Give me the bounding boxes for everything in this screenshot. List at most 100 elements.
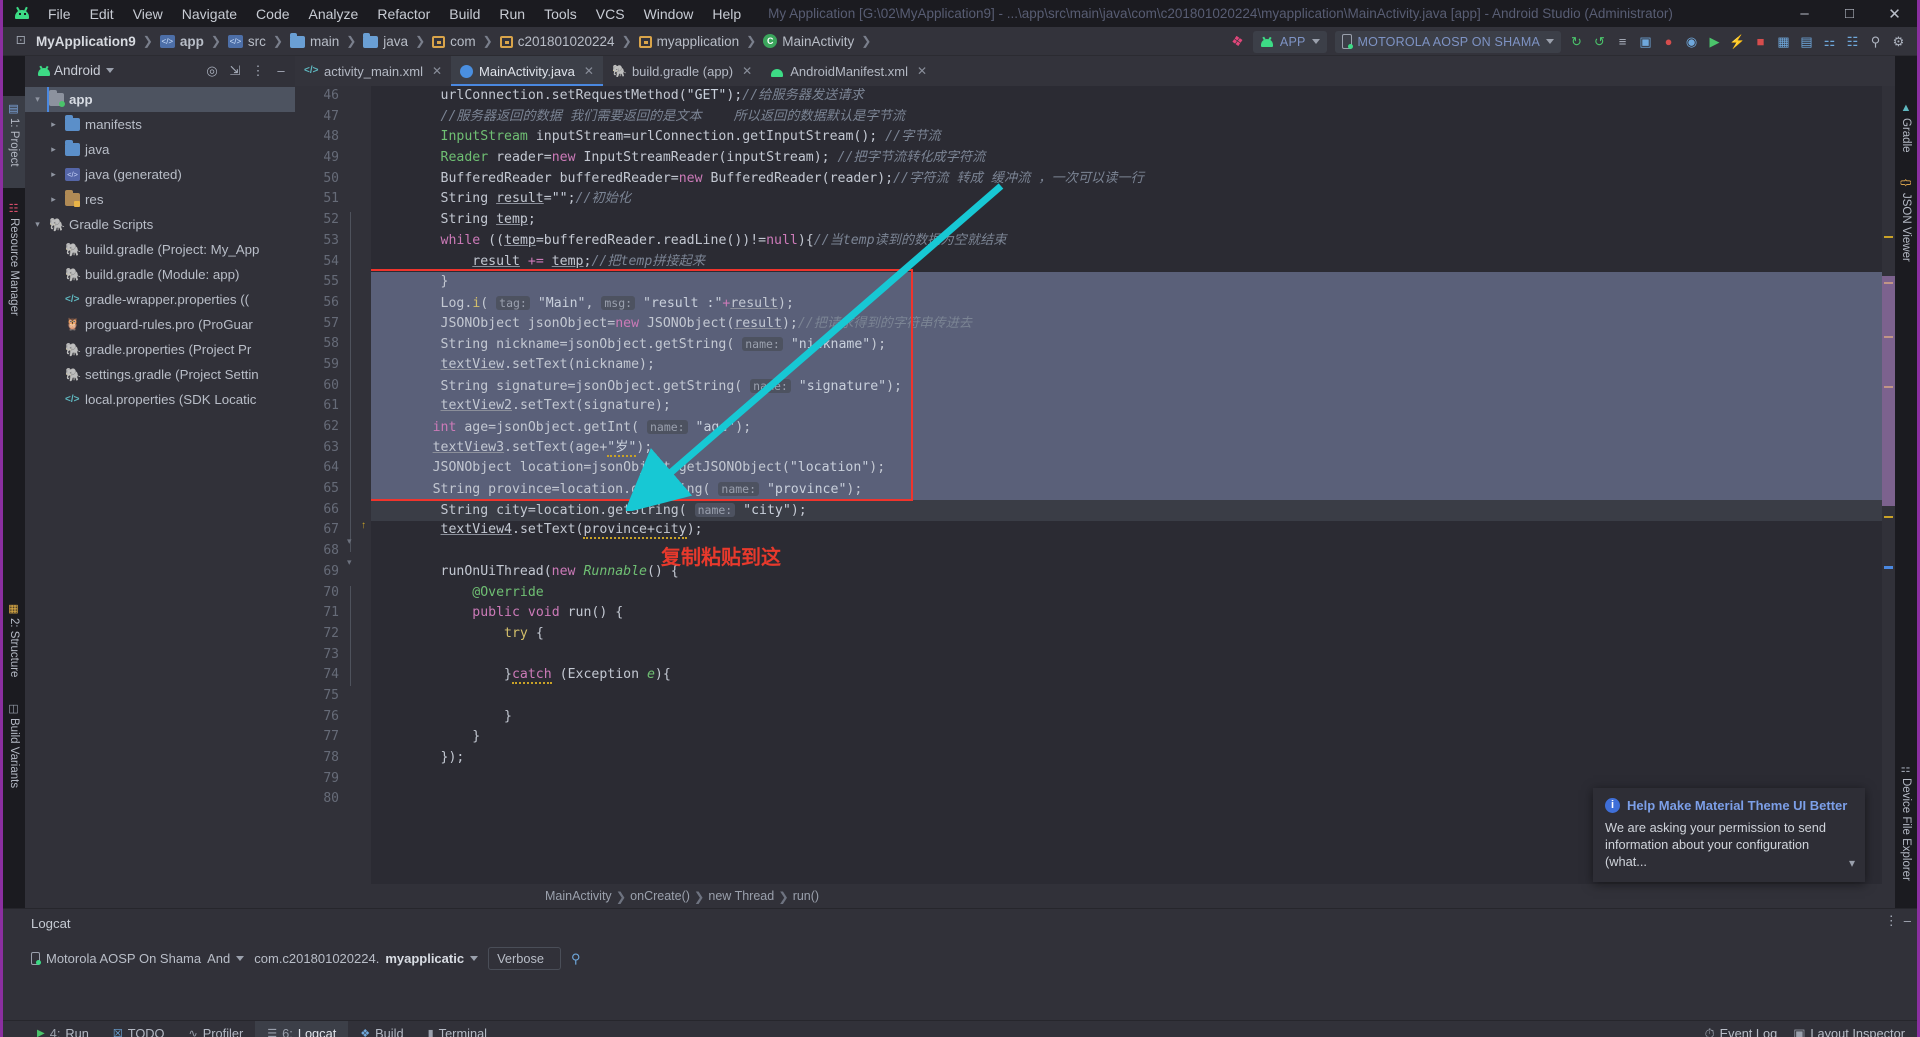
code-line[interactable]: Reader reader=new InputStreamReader(inpu… (377, 148, 1882, 169)
code-line[interactable]: while ((temp=bufferedReader.readLine())!… (377, 231, 1882, 252)
breakpoint-gutter[interactable] (295, 86, 307, 884)
code-line[interactable]: String nickname=jsonObject.getString( na… (377, 334, 1882, 355)
breadcrumb-item-main[interactable]: main (287, 32, 342, 51)
chevron-right-icon[interactable]: ▸ (47, 144, 60, 155)
device-manager-icon[interactable]: ⚏ (1819, 31, 1840, 52)
code-line[interactable]: urlConnection.setRequestMethod("GET");//… (377, 86, 1882, 107)
tree-item-local-properties[interactable]: local.properties (SDK Locatic (25, 387, 295, 412)
logcat-icon[interactable]: ☷ (1842, 31, 1863, 52)
bottom-tab-run[interactable]: ▶ 4: Run (25, 1021, 101, 1037)
tree-item-build-gradle-project[interactable]: build.gradle (Project: My_App (25, 237, 295, 262)
code-line[interactable]: int age=jsonObject.getInt( name: "age"); (377, 417, 1882, 438)
code-line[interactable]: result += temp;//把temp拼接起来 (377, 252, 1882, 273)
code-line[interactable]: Log.i( tag: "Main", msg: "result :"+resu… (377, 293, 1882, 314)
chevron-right-icon[interactable]: ▸ (47, 169, 60, 180)
code-line[interactable]: } (377, 707, 1882, 728)
close-icon[interactable]: ✕ (917, 64, 927, 78)
bottom-tab-todo[interactable]: ☒ TODO (101, 1021, 177, 1037)
fold-marker-icon[interactable]: ▾ (347, 557, 352, 568)
debug-icon[interactable]: ◉ (1681, 31, 1702, 52)
editor-breadcrumb-item[interactable]: MainActivity (545, 889, 612, 903)
sdk-manager-icon[interactable]: ▣ (1635, 31, 1656, 52)
regex-search-icon[interactable]: ⚲ (571, 951, 581, 967)
bottom-tab-event-log[interactable]: ⏱ Event Log (1705, 1026, 1778, 1037)
code-line[interactable]: try { (377, 624, 1882, 645)
code-line[interactable]: } (377, 272, 1882, 293)
code-line[interactable]: String city=location.getString( name: "c… (377, 500, 1882, 521)
menu-refactor[interactable]: Refactor (368, 2, 439, 26)
breadcrumb-item-mainactivity[interactable]: MainActivity (760, 32, 857, 51)
device-selector[interactable]: MOTOROLA AOSP ON SHAMA (1334, 30, 1561, 53)
sync-gradle-icon[interactable]: ↻ (1566, 31, 1587, 52)
code-line[interactable]: }catch (Exception e){ (377, 665, 1882, 686)
notification-balloon[interactable]: i Help Make Material Theme UI Better We … (1593, 788, 1865, 882)
breadcrumb-item-src[interactable]: src (225, 32, 269, 51)
code-canvas[interactable]: urlConnection.setRequestMethod("GET");//… (371, 86, 1882, 884)
tree-item-java[interactable]: ▸ java (25, 137, 295, 162)
breadcrumb-item-project[interactable]: ⚀ MyApplication9 (13, 32, 139, 51)
code-line[interactable]: }); (377, 748, 1882, 769)
attach-debugger-icon[interactable]: ⚡ (1727, 31, 1748, 52)
error-stripe-mark[interactable] (1884, 516, 1893, 518)
layout-editor-icon[interactable]: ▦ (1773, 31, 1794, 52)
error-stripe-mark[interactable] (1884, 236, 1893, 238)
bottom-tab-layout-inspector[interactable]: ▣ Layout Inspector (1793, 1026, 1905, 1037)
chevron-down-icon[interactable]: ▾ (1849, 856, 1855, 870)
bottom-tab-build[interactable]: ❖ Build (348, 1021, 415, 1037)
profiler-icon[interactable]: ● (1658, 31, 1679, 52)
code-line[interactable] (377, 769, 1882, 790)
build-hammer-icon[interactable]: ❖ (1225, 29, 1249, 53)
menu-help[interactable]: Help (703, 2, 750, 26)
sidebar-item-project[interactable]: ▤ 1: Project (3, 96, 25, 188)
menu-vcs[interactable]: VCS (587, 2, 634, 26)
tab-mainactivity-java[interactable]: MainActivity.java ✕ (451, 56, 603, 86)
code-line[interactable] (377, 686, 1882, 707)
breadcrumb-item-myapplication[interactable]: myapplication (636, 32, 743, 51)
menu-build[interactable]: Build (440, 2, 489, 26)
run-app-icon[interactable]: ▶ (1704, 31, 1725, 52)
menu-tools[interactable]: Tools (535, 2, 586, 26)
code-line[interactable]: } (377, 727, 1882, 748)
code-line[interactable]: JSONObject location=jsonObject.getJSONOb… (377, 458, 1882, 479)
breadcrumb-item-package-id[interactable]: c201801020224 (497, 32, 618, 51)
code-line[interactable]: String signature=jsonObject.getString( n… (377, 376, 1882, 397)
tree-item-settings-gradle[interactable]: settings.gradle (Project Settin (25, 362, 295, 387)
override-marker-icon[interactable]: ↑ (361, 520, 366, 531)
menu-window[interactable]: Window (635, 2, 703, 26)
code-line[interactable]: JSONObject jsonObject=new JSONObject(res… (377, 314, 1882, 335)
close-icon[interactable]: ✕ (584, 64, 594, 78)
code-line[interactable]: textView2.setText(signature); (377, 396, 1882, 417)
hide-icon[interactable]: – (271, 61, 291, 81)
code-line[interactable]: String province=location.getString( name… (377, 479, 1882, 500)
code-line[interactable]: String result="";//初始化 (377, 189, 1882, 210)
code-line[interactable]: textView4.setText(province+city); (377, 520, 1882, 541)
close-icon[interactable]: ✕ (1872, 0, 1917, 27)
hide-panel-icon[interactable]: – (1904, 913, 1911, 929)
editor-gutter[interactable]: 46 47 48 49 50 51 52 53 54 55 56 57 58 59 60 61 62 63 64 65… (295, 86, 371, 884)
run-configuration-selector[interactable]: APP (1252, 30, 1327, 53)
close-icon[interactable]: ✕ (742, 64, 752, 78)
close-icon[interactable]: ✕ (432, 64, 442, 78)
tree-item-gradle-wrapper-properties[interactable]: gradle-wrapper.properties (( (25, 287, 295, 312)
settings-gear-icon[interactable]: ⚙ (1888, 31, 1909, 52)
tree-item-res[interactable]: ▸ res (25, 187, 295, 212)
menu-code[interactable]: Code (247, 2, 298, 26)
code-line[interactable] (377, 645, 1882, 666)
code-line[interactable]: public void run() { (377, 603, 1882, 624)
chevron-down-icon[interactable] (105, 68, 114, 73)
bottom-tab-terminal[interactable]: ▮ Terminal (416, 1021, 499, 1037)
tree-item-java-generated[interactable]: ▸ java (generated) (25, 162, 295, 187)
collapse-all-icon[interactable]: ⇲ (225, 61, 245, 81)
sidebar-item-resource-manager[interactable]: ☷ Resource Manager (3, 196, 25, 328)
chevron-down-icon[interactable]: ▾ (31, 219, 44, 230)
breadcrumb-item-java[interactable]: java (360, 32, 411, 51)
sidebar-item-json-viewer[interactable]: {} JSON Viewer (1895, 171, 1917, 276)
tree-item-gradle-properties[interactable]: gradle.properties (Project Pr (25, 337, 295, 362)
tab-build-gradle-app[interactable]: build.gradle (app) ✕ (603, 56, 761, 86)
editor-breadcrumb-item[interactable]: onCreate() (630, 889, 690, 903)
error-stripe-mark[interactable] (1884, 566, 1893, 569)
tree-item-manifests[interactable]: ▸ manifests (25, 112, 295, 137)
fold-marker-icon[interactable]: ▾ (347, 536, 352, 547)
code-line[interactable]: textView3.setText(age+"岁"); (377, 438, 1882, 459)
code-text[interactable]: urlConnection.setRequestMethod("GET");//… (371, 86, 1882, 810)
